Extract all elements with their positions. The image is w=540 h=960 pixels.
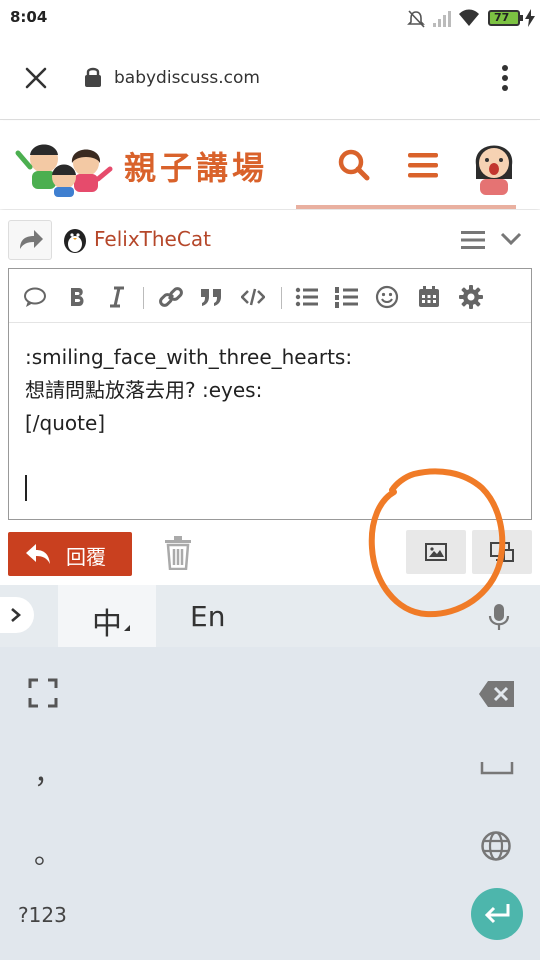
code-icon[interactable] — [241, 285, 265, 309]
keyboard-body — [0, 647, 540, 960]
enter-icon — [484, 904, 510, 924]
reply-arrow-icon — [26, 544, 50, 564]
text-cursor — [25, 475, 27, 501]
editor-toolbar — [9, 269, 531, 323]
wifi-icon — [459, 9, 479, 26]
bullet-list-icon[interactable] — [295, 285, 319, 309]
gear-icon[interactable] — [459, 285, 483, 309]
charging-icon — [525, 9, 535, 27]
enter-key[interactable] — [471, 888, 523, 940]
expand-toolbar-button[interactable] — [0, 597, 34, 633]
preview-icon — [490, 542, 514, 562]
family-logo[interactable] — [14, 133, 114, 197]
search-icon[interactable] — [338, 149, 370, 181]
image-icon — [425, 543, 447, 561]
period-key[interactable]: 。 — [34, 832, 62, 872]
quote-icon[interactable] — [199, 285, 223, 309]
share-icon — [20, 230, 43, 249]
bold-icon[interactable] — [65, 285, 89, 309]
editor-line: :smiling_face_with_three_hearts: — [25, 345, 353, 369]
battery-icon: 77 — [488, 10, 520, 26]
numbers-key[interactable]: ?123 — [18, 903, 67, 927]
numbered-list-icon[interactable] — [335, 285, 359, 309]
status-bar: 8:04 77 — [0, 0, 540, 36]
reply-button[interactable]: 回覆 — [8, 532, 132, 576]
share-button[interactable] — [8, 220, 52, 260]
editor-line: [/quote] — [25, 411, 106, 435]
chinese-mode-label: 中 — [92, 607, 122, 642]
reply-bar: FelixTheCat — [0, 210, 540, 266]
chevron-right-icon — [11, 608, 21, 622]
comma-key[interactable]: ， — [34, 752, 62, 792]
close-icon[interactable] — [24, 66, 48, 90]
upload-image-button[interactable] — [406, 530, 466, 574]
signal-icon — [433, 11, 451, 27]
reply-editor[interactable]: :smiling_face_with_three_hearts: 想請問點放落去… — [8, 268, 532, 520]
url-text[interactable]: babydiscuss.com — [114, 68, 260, 88]
browser-url-bar: babydiscuss.com — [0, 36, 540, 120]
mute-icon — [407, 10, 425, 28]
avatar[interactable] — [470, 135, 518, 195]
link-icon[interactable] — [159, 285, 183, 309]
speech-bubble-icon[interactable] — [23, 285, 47, 309]
site-header: 親子講場 — [0, 121, 540, 209]
calendar-icon[interactable] — [417, 285, 441, 309]
fullscreen-icon[interactable] — [28, 678, 58, 708]
reply-button-label: 回覆 — [66, 545, 106, 569]
italic-icon[interactable] — [105, 285, 129, 309]
menu-icon[interactable] — [408, 151, 438, 179]
username[interactable]: FelixTheCat — [94, 227, 211, 251]
english-mode-key[interactable]: En — [190, 600, 225, 633]
action-row: 回覆 — [0, 522, 540, 584]
preview-button[interactable] — [472, 530, 532, 574]
chevron-down-icon[interactable] — [500, 232, 522, 246]
hamburger-icon[interactable] — [461, 230, 485, 250]
status-time: 8:04 — [10, 8, 48, 26]
microphone-icon[interactable] — [488, 603, 510, 631]
battery-level: 77 — [494, 11, 510, 24]
keyboard-top-row: 中 En — [0, 585, 540, 647]
editor-text[interactable]: :smiling_face_with_three_hearts: 想請問點放落去… — [25, 341, 352, 440]
editor-line: 想請問點放落去用? :eyes: — [25, 378, 263, 402]
more-vert-icon[interactable] — [500, 64, 510, 92]
space-icon[interactable] — [480, 760, 514, 776]
site-title[interactable]: 親子講場 — [124, 143, 268, 189]
backspace-icon[interactable] — [478, 680, 516, 708]
lock-icon — [85, 67, 101, 87]
penguin-avatar[interactable] — [62, 224, 88, 254]
globe-icon[interactable] — [480, 830, 512, 862]
trash-icon[interactable] — [164, 536, 192, 570]
chinese-mode-key[interactable]: 中 — [58, 585, 156, 647]
emoji-icon[interactable] — [375, 285, 399, 309]
